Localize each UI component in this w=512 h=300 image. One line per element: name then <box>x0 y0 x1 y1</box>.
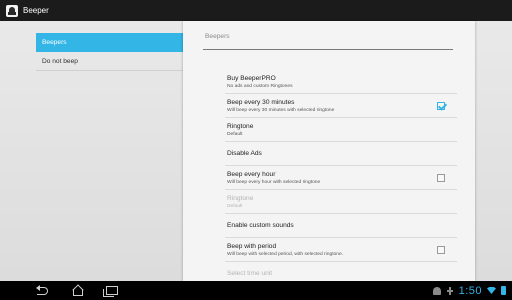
pref-summary: Will beep every hour with selected ringt… <box>227 179 321 185</box>
pref-select-time-unit: Select time unit <box>225 262 457 281</box>
pref-title: Disable Ads <box>227 150 262 157</box>
header-item-beepers[interactable]: Beepers <box>36 33 183 52</box>
wifi-icon <box>487 287 496 294</box>
pref-ringtone-hour: Ringtone Default <box>225 190 457 214</box>
app-title: Beeper <box>23 6 49 15</box>
pref-buy-beeper-pro[interactable]: Buy BeeperPRO No ads and custom Ringtone… <box>225 70 457 94</box>
pref-summary: Default <box>227 203 243 209</box>
settings-content: Beepers Do not beep Beepers Buy BeeperPR… <box>0 21 512 281</box>
clock: 1:50 <box>458 284 482 297</box>
breadcrumb-divider <box>203 49 453 50</box>
usb-icon <box>446 286 454 295</box>
pref-title: Buy BeeperPRO <box>227 74 276 82</box>
pref-disable-ads[interactable]: Disable Ads <box>225 142 457 166</box>
system-nav-bar: 1:50 <box>0 281 512 300</box>
pref-title: Beep with period <box>227 242 277 250</box>
action-bar: Beeper <box>0 0 512 21</box>
pref-summary: Default <box>227 131 243 137</box>
beep-with-period-checkbox[interactable] <box>437 245 445 254</box>
pref-title: Beep every hour <box>227 170 276 178</box>
beeper-app-icon[interactable] <box>6 4 18 17</box>
pref-beep-every-hour[interactable]: Beep every hour Will beep every hour wit… <box>225 166 457 190</box>
beep-every-hour-checkbox[interactable] <box>437 173 445 182</box>
pref-summary: Will beep every 30 minutes with selected… <box>227 107 335 113</box>
recents-icon[interactable] <box>103 286 118 297</box>
beep-30-minutes-checkbox[interactable] <box>437 101 445 110</box>
home-icon[interactable] <box>70 286 84 296</box>
pref-beep-with-period[interactable]: Beep with period Will beep with selected… <box>225 238 457 262</box>
pref-ringtone-30[interactable]: Ringtone Default <box>225 118 457 142</box>
pref-summary: No ads and custom Ringtones <box>227 83 293 89</box>
android-icon <box>432 286 441 295</box>
preferences-panel: Beepers Buy BeeperPRO No ads and custom … <box>183 21 475 281</box>
pref-title: Ringtone <box>227 122 254 130</box>
breadcrumb: Beepers <box>205 33 230 40</box>
battery-icon <box>501 286 506 295</box>
pref-title: Beep every 30 minutes <box>227 98 295 106</box>
pref-title: Enable custom sounds <box>227 222 294 229</box>
preference-list: Buy BeeperPRO No ads and custom Ringtone… <box>225 70 457 281</box>
status-area[interactable]: 1:50 <box>432 283 506 298</box>
back-icon[interactable] <box>36 285 50 295</box>
pref-enable-custom-sounds[interactable]: Enable custom sounds <box>225 214 457 238</box>
pref-summary: Will beep with selected period, with sel… <box>227 251 344 257</box>
headers-list: Beepers Do not beep <box>36 33 183 71</box>
pref-title: Ringtone <box>227 194 254 202</box>
pref-beep-every-30-minutes[interactable]: Beep every 30 minutes Will beep every 30… <box>225 94 457 118</box>
header-item-do-not-beep[interactable]: Do not beep <box>36 52 183 71</box>
pref-title: Select time unit <box>227 270 273 277</box>
